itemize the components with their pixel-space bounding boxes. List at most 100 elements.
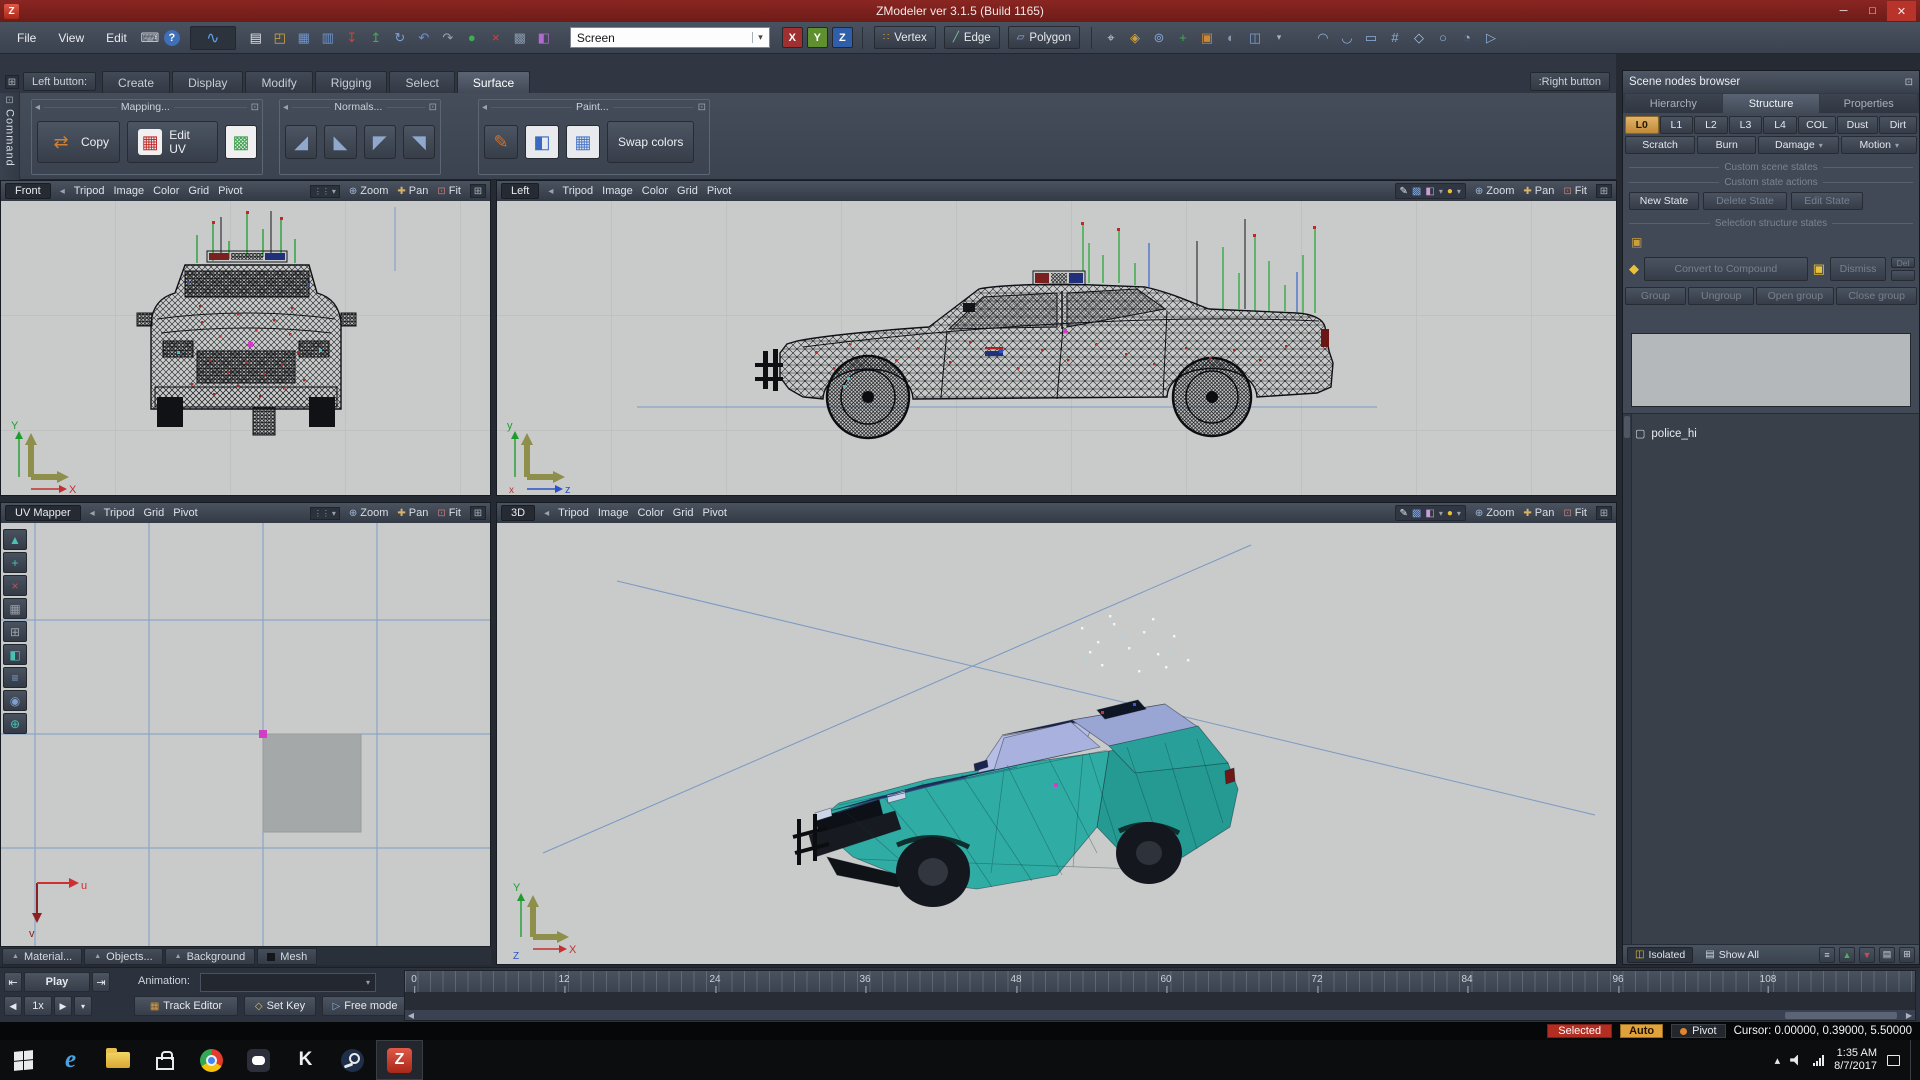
collapse-icon[interactable]: ◂ [548, 186, 553, 197]
pan-tool[interactable]: ✚Pan [1523, 185, 1554, 197]
popout-icon[interactable]: ⊡ [698, 102, 706, 113]
lighting-dropdown-icon[interactable]: ▾ [1457, 509, 1461, 518]
unify-normals-icon[interactable]: ◣ [324, 125, 356, 159]
fill-color-icon[interactable]: ◧ [525, 125, 559, 159]
save-icon[interactable]: ▦ [294, 28, 314, 48]
menu-edit[interactable]: Edit [97, 29, 136, 47]
right-button-chip[interactable]: :Right button [1530, 72, 1610, 91]
uv-zoom-icon[interactable]: ⊕ [3, 713, 27, 734]
textured-mode-icon[interactable]: ◧ [1425, 186, 1434, 197]
tab-mesh[interactable]: Mesh [257, 948, 317, 965]
uv-delete-icon[interactable]: × [3, 575, 27, 596]
undo-icon[interactable]: ↶ [414, 28, 434, 48]
help-icon[interactable]: ? [164, 30, 180, 46]
viewport-left-canvas[interactable]: y z x [497, 201, 1616, 495]
maximize-button[interactable]: □ [1858, 1, 1887, 21]
lod-l4-button[interactable]: L4 [1763, 116, 1797, 134]
network-icon[interactable] [1813, 1055, 1824, 1066]
box-select-icon[interactable]: ◫ [1245, 28, 1265, 48]
viewport-layout-icon[interactable]: ⊞ [1596, 184, 1612, 198]
scroll-left-icon[interactable]: ◀ [405, 1010, 417, 1020]
viewport-3d-name[interactable]: 3D [501, 505, 535, 521]
menu-image[interactable]: Image [114, 185, 145, 197]
uv-target-icon[interactable]: ◉ [3, 690, 27, 711]
taskbar-store[interactable] [141, 1040, 188, 1080]
menu-file[interactable]: File [8, 29, 45, 47]
edit-state-button[interactable]: Edit State [1791, 192, 1863, 210]
scroll-right-icon[interactable]: ▶ [1903, 1010, 1915, 1020]
close-group-button[interactable]: Close group [1836, 287, 1917, 305]
viewport-options-dropdown[interactable]: ⋮⋮ ▾ [310, 507, 340, 520]
rows-view-icon[interactable]: ▤ [1879, 947, 1895, 963]
tab-background[interactable]: ▲ Background [165, 948, 256, 965]
export-icon[interactable]: ↥ [366, 28, 386, 48]
taskbar-steam[interactable] [329, 1040, 376, 1080]
zoom-tool[interactable]: ⊕Zoom [349, 507, 389, 519]
axis-y-button[interactable]: Y [807, 27, 828, 48]
convert-compound-button[interactable]: Convert to Compound [1644, 257, 1808, 281]
del-button[interactable]: Del [1891, 257, 1915, 268]
cells-view-icon[interactable]: ⊞ [1899, 947, 1915, 963]
grid-toggle-icon[interactable]: ▩ [510, 28, 530, 48]
damage-button[interactable]: Damage ▾ [1758, 136, 1839, 154]
tab-surface[interactable]: Surface [457, 71, 530, 93]
show-all-toggle[interactable]: ▤ Show All [1697, 947, 1767, 963]
node-tree-scrollbar[interactable] [1623, 414, 1632, 944]
tab-objects[interactable]: ▲ Objects... [84, 948, 162, 965]
taskbar-discord[interactable] [235, 1040, 282, 1080]
menu-color[interactable]: Color [637, 507, 663, 519]
uv-mirror-icon[interactable]: ◧ [3, 644, 27, 665]
pan-tool[interactable]: ✚Pan [397, 185, 428, 197]
viewport-left-name[interactable]: Left [501, 183, 539, 199]
set-key-button[interactable]: ◇ Set Key [244, 996, 316, 1016]
menu-grid[interactable]: Grid [677, 185, 698, 197]
tab-properties[interactable]: Properties [1820, 94, 1917, 113]
uv-move-icon[interactable]: ▲ [3, 529, 27, 550]
start-button[interactable] [0, 1040, 47, 1080]
animation-select[interactable]: ▾ [200, 973, 376, 992]
viewport-uv-name[interactable]: UV Mapper [5, 505, 81, 521]
shaded-mode-icon[interactable]: ▩ [1412, 186, 1421, 197]
sort-up-icon[interactable]: ▲ [1839, 947, 1855, 963]
circle-tool-icon[interactable]: ○ [1433, 28, 1453, 48]
tab-material[interactable]: ▲ Material... [2, 948, 82, 965]
menu-tripod[interactable]: Tripod [562, 185, 593, 197]
tab-rigging[interactable]: Rigging [315, 71, 388, 93]
flip-normals-icon[interactable]: ◢ [285, 125, 317, 159]
delete-icon[interactable]: × [486, 28, 506, 48]
mode-dropdown-icon[interactable]: ▾ [1439, 509, 1443, 518]
menu-tripod[interactable]: Tripod [74, 185, 105, 197]
render-mode-icons[interactable]: ✎ ▩ ◧ ▾ ● ▾ [1395, 183, 1466, 199]
render-mode-icons[interactable]: ✎ ▩ ◧ ▾ ● ▾ [1395, 505, 1466, 521]
uv-add-icon[interactable]: + [3, 552, 27, 573]
taskbar-k-app[interactable]: K [282, 1040, 329, 1080]
delete-state-button[interactable]: Delete State [1703, 192, 1787, 210]
tab-create[interactable]: Create [102, 71, 170, 93]
wireframe-mode-icon[interactable]: ✎ [1400, 508, 1408, 519]
states-list-box[interactable] [1631, 333, 1911, 407]
collapse-icon[interactable]: ◂ [60, 186, 65, 197]
select-dropdown-icon[interactable]: ▾ [1269, 28, 1289, 48]
show-desktop-strip[interactable] [1910, 1040, 1916, 1080]
snap-tool-icon[interactable]: ◈ [1125, 28, 1145, 48]
menu-pivot[interactable]: Pivot [218, 185, 242, 197]
paint-brush-icon[interactable]: ✎ [484, 125, 518, 159]
tray-hidden-icons[interactable]: ▴ [1775, 1054, 1781, 1067]
lod-l2-button[interactable]: L2 [1694, 116, 1728, 134]
uv-grid-icon[interactable]: ▦ [3, 598, 27, 619]
redo-icon[interactable]: ↷ [438, 28, 458, 48]
lod-dust-button[interactable]: Dust [1837, 116, 1878, 134]
left-button-chip[interactable]: Left button: [23, 72, 96, 91]
square-select-icon[interactable]: ▣ [1197, 28, 1217, 48]
diamond-tool-icon[interactable]: ◇ [1409, 28, 1429, 48]
collapse-icon[interactable]: ◂ [544, 508, 549, 519]
collapse-icon[interactable]: ◂ [482, 102, 487, 113]
target-tool-icon[interactable]: ⌖ [1101, 28, 1121, 48]
rect-tool-icon[interactable]: ▭ [1361, 28, 1381, 48]
timeline-ruler[interactable]: 0 12 24 36 48 60 72 84 96 108 [405, 971, 1915, 993]
palette-icon[interactable]: ▦ [566, 125, 600, 159]
timeline-scroll-thumb[interactable] [1785, 1012, 1897, 1019]
free-mode-button[interactable]: ▷ Free mode [322, 996, 408, 1016]
auto-badge[interactable]: Auto [1620, 1024, 1663, 1038]
lod-l0-button[interactable]: L0 [1625, 116, 1659, 134]
